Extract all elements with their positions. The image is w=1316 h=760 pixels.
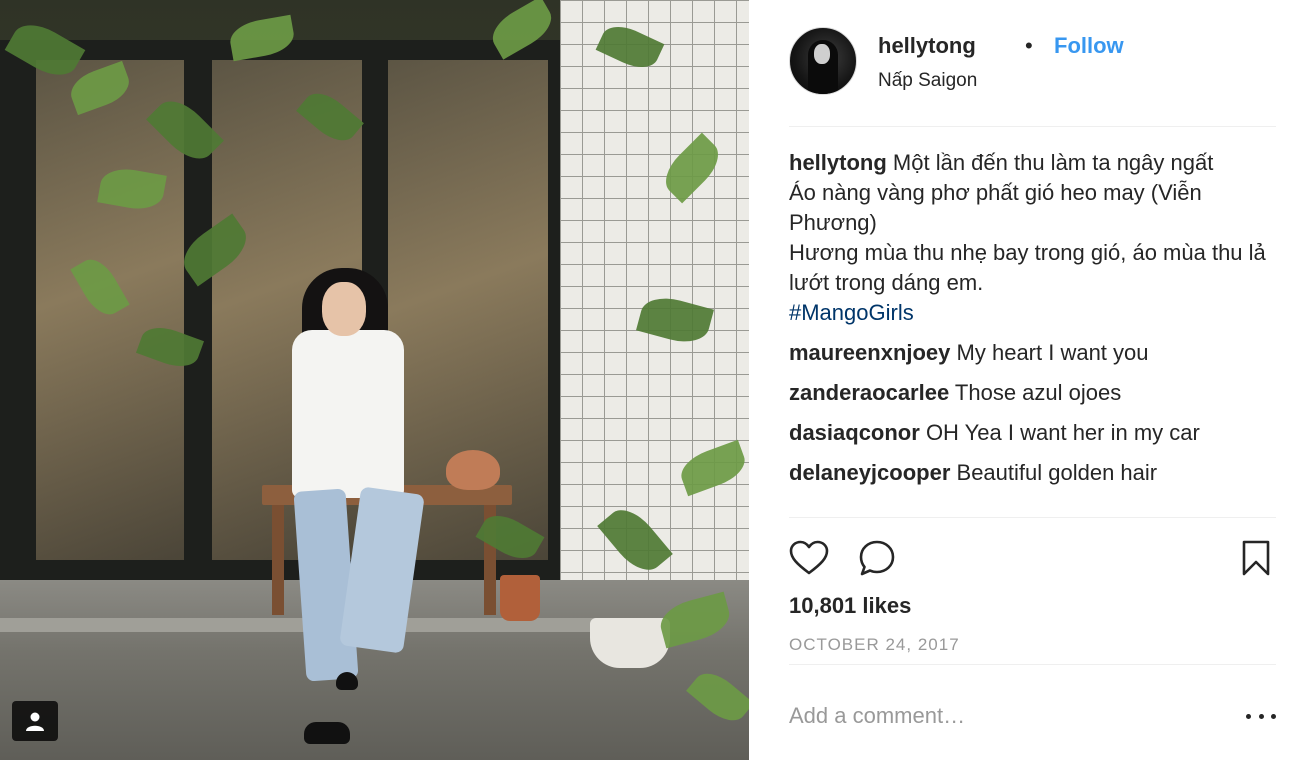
comments-list[interactable]: hellytong Một lần đến thu làm ta ngây ng… xyxy=(789,148,1276,516)
separator-dot: • xyxy=(1025,33,1033,58)
comment-bubble-icon xyxy=(859,540,895,576)
comment-item: delaneyjcooper Beautiful golden hair xyxy=(789,458,1276,488)
post-actions: 10,801 likes OCTOBER 24, 2017 xyxy=(789,517,1276,665)
comment-item: zanderaocarlee Those azul ojoes xyxy=(789,378,1276,408)
person-face xyxy=(322,282,366,336)
person-shoe xyxy=(304,722,350,744)
more-options-icon xyxy=(1271,713,1276,719)
bench-leg xyxy=(272,505,284,615)
more-options-icon xyxy=(1246,713,1251,719)
caption-line: Hương mùa thu nhẹ bay trong gió, áo mùa … xyxy=(789,240,1266,295)
clay-pot xyxy=(446,450,500,490)
likes-count[interactable]: 10,801 likes xyxy=(789,593,911,619)
like-button[interactable] xyxy=(787,536,831,580)
comment-text: My heart I want you xyxy=(956,340,1149,365)
comment-item: maureenxnjoey My heart I want you xyxy=(789,338,1276,368)
comment-username[interactable]: maureenxnjoey xyxy=(789,340,950,365)
follow-button[interactable]: Follow xyxy=(1054,33,1124,59)
terracotta-planter xyxy=(500,575,540,621)
caption-username[interactable]: hellytong xyxy=(789,150,887,175)
avatar-face xyxy=(814,44,830,64)
hashtag-link[interactable]: #MangoGirls xyxy=(789,298,1276,328)
more-options-icon xyxy=(1258,713,1264,719)
avatar[interactable] xyxy=(789,27,857,95)
post-header: hellytong • Follow Nấp Saigon xyxy=(789,27,1276,127)
comment-username[interactable]: zanderaocarlee xyxy=(789,380,949,405)
post-location[interactable]: Nấp Saigon xyxy=(878,70,977,92)
user-tag-button[interactable] xyxy=(12,701,58,741)
post-photo[interactable] xyxy=(0,0,749,760)
bookmark-icon xyxy=(1242,540,1270,576)
comment-item: dasiaqconor OH Yea I want her in my car xyxy=(789,418,1276,448)
post-date[interactable]: OCTOBER 24, 2017 xyxy=(789,635,960,655)
comment-text: Beautiful golden hair xyxy=(956,460,1158,485)
person-shoe xyxy=(336,672,358,690)
comment-text: Those azul ojoes xyxy=(954,380,1122,405)
add-comment-bar xyxy=(789,690,1276,742)
caption-line: Một lần đến thu làm ta ngây ngất xyxy=(892,150,1214,175)
white-planter xyxy=(590,618,670,668)
person-shirt xyxy=(292,330,404,498)
add-comment-input[interactable] xyxy=(789,690,1229,742)
comment-username[interactable]: dasiaqconor xyxy=(789,420,920,445)
heart-icon xyxy=(789,540,829,575)
save-button[interactable] xyxy=(1234,536,1278,580)
user-tag-icon xyxy=(26,712,44,731)
comment-username[interactable]: delaneyjcooper xyxy=(789,460,950,485)
caption: hellytong Một lần đến thu làm ta ngây ng… xyxy=(789,148,1276,328)
post-details-panel: hellytong • Follow Nấp Saigon hellytong … xyxy=(749,0,1316,760)
comment-text: OH Yea I want her in my car xyxy=(925,420,1200,445)
post-username[interactable]: hellytong xyxy=(878,33,976,59)
comment-button[interactable] xyxy=(855,536,899,580)
more-options-button[interactable] xyxy=(1246,703,1276,729)
caption-line: Áo nàng vàng phơ phất gió heo may (Viễn … xyxy=(789,180,1202,235)
